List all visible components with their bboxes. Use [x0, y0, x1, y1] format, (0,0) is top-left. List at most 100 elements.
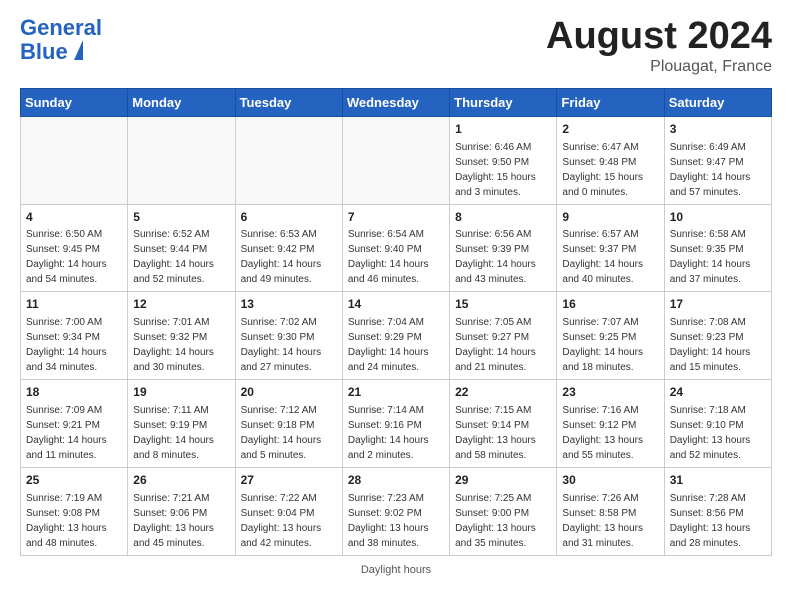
week-row-4: 18 Sunrise: 7:09 AMSunset: 9:21 PMDayligh… — [21, 380, 772, 468]
day-cell: 15 Sunrise: 7:05 AMSunset: 9:27 PMDayligh… — [450, 292, 557, 380]
day-info: Sunrise: 7:07 AMSunset: 9:25 PMDaylight:… — [562, 315, 658, 375]
day-number: 12 — [133, 296, 229, 313]
day-info: Sunrise: 7:14 AMSunset: 9:16 PMDaylight:… — [348, 403, 444, 463]
calendar-table: SundayMondayTuesdayWednesdayThursdayFrid… — [20, 88, 772, 556]
day-number: 15 — [455, 296, 551, 313]
day-info: Sunrise: 7:12 AMSunset: 9:18 PMDaylight:… — [241, 403, 337, 463]
day-number: 22 — [455, 384, 551, 401]
day-cell: 29 Sunrise: 7:25 AMSunset: 9:00 PMDayligh… — [450, 467, 557, 555]
logo: General Blue — [20, 16, 102, 64]
day-number: 5 — [133, 209, 229, 226]
col-header-thursday: Thursday — [450, 88, 557, 116]
day-cell: 21 Sunrise: 7:14 AMSunset: 9:16 PMDayligh… — [342, 380, 449, 468]
day-info: Sunrise: 7:28 AMSunset: 8:56 PMDaylight:… — [670, 491, 766, 551]
day-cell — [342, 116, 449, 204]
day-cell: 26 Sunrise: 7:21 AMSunset: 9:06 PMDayligh… — [128, 467, 235, 555]
day-info: Sunrise: 7:25 AMSunset: 9:00 PMDaylight:… — [455, 491, 551, 551]
day-number: 1 — [455, 121, 551, 138]
day-number: 13 — [241, 296, 337, 313]
logo-blue-text: Blue — [20, 40, 68, 64]
day-info: Sunrise: 7:19 AMSunset: 9:08 PMDaylight:… — [26, 491, 122, 551]
col-header-saturday: Saturday — [664, 88, 771, 116]
day-number: 19 — [133, 384, 229, 401]
week-row-1: 1 Sunrise: 6:46 AMSunset: 9:50 PMDaylight… — [21, 116, 772, 204]
footer-text: Daylight hours — [20, 564, 772, 576]
day-cell: 17 Sunrise: 7:08 AMSunset: 9:23 PMDayligh… — [664, 292, 771, 380]
day-number: 30 — [562, 472, 658, 489]
day-number: 31 — [670, 472, 766, 489]
day-info: Sunrise: 7:02 AMSunset: 9:30 PMDaylight:… — [241, 315, 337, 375]
day-cell: 23 Sunrise: 7:16 AMSunset: 9:12 PMDayligh… — [557, 380, 664, 468]
day-cell: 8Sunrise: 6:56 AMSunset: 9:39 PMDaylight… — [450, 204, 557, 292]
day-info: Sunrise: 7:08 AMSunset: 9:23 PMDaylight:… — [670, 315, 766, 375]
day-number: 4 — [26, 209, 122, 226]
day-info: Sunrise: 7:09 AMSunset: 9:21 PMDaylight:… — [26, 403, 122, 463]
day-info: Sunrise: 6:54 AMSunset: 9:40 PMDaylight:… — [348, 227, 444, 287]
day-info: Sunrise: 7:18 AMSunset: 9:10 PMDaylight:… — [670, 403, 766, 463]
day-info: Sunrise: 7:11 AMSunset: 9:19 PMDaylight:… — [133, 403, 229, 463]
day-info: Sunrise: 7:21 AMSunset: 9:06 PMDaylight:… — [133, 491, 229, 551]
day-cell: 20 Sunrise: 7:12 AMSunset: 9:18 PMDayligh… — [235, 380, 342, 468]
day-number: 29 — [455, 472, 551, 489]
day-info: Sunrise: 6:46 AMSunset: 9:50 PMDaylight:… — [455, 140, 551, 200]
day-info: Sunrise: 7:23 AMSunset: 9:02 PMDaylight:… — [348, 491, 444, 551]
day-cell: 11 Sunrise: 7:00 AMSunset: 9:34 PMDayligh… — [21, 292, 128, 380]
day-info: Sunrise: 7:15 AMSunset: 9:14 PMDaylight:… — [455, 403, 551, 463]
day-info: Sunrise: 6:50 AMSunset: 9:45 PMDaylight:… — [26, 227, 122, 287]
day-number: 18 — [26, 384, 122, 401]
day-number: 26 — [133, 472, 229, 489]
week-row-5: 25Sunrise: 7:19 AMSunset: 9:08 PMDayligh… — [21, 467, 772, 555]
day-info: Sunrise: 7:16 AMSunset: 9:12 PMDaylight:… — [562, 403, 658, 463]
day-cell: 1 Sunrise: 6:46 AMSunset: 9:50 PMDaylight… — [450, 116, 557, 204]
day-number: 10 — [670, 209, 766, 226]
day-cell: 4Sunrise: 6:50 AMSunset: 9:45 PMDaylight… — [21, 204, 128, 292]
day-number: 21 — [348, 384, 444, 401]
day-info: Sunrise: 7:22 AMSunset: 9:04 PMDaylight:… — [241, 491, 337, 551]
month-year: August 2024 — [546, 16, 772, 58]
calendar-header-row: SundayMondayTuesdayWednesdayThursdayFrid… — [21, 88, 772, 116]
day-number: 8 — [455, 209, 551, 226]
day-info: Sunrise: 7:05 AMSunset: 9:27 PMDaylight:… — [455, 315, 551, 375]
day-cell: 9Sunrise: 6:57 AMSunset: 9:37 PMDaylight… — [557, 204, 664, 292]
col-header-tuesday: Tuesday — [235, 88, 342, 116]
day-cell: 24 Sunrise: 7:18 AMSunset: 9:10 PMDayligh… — [664, 380, 771, 468]
daylight-label: Daylight hours — [361, 564, 431, 576]
day-number: 11 — [26, 296, 122, 313]
day-cell: 12Sunrise: 7:01 AMSunset: 9:32 PMDayligh… — [128, 292, 235, 380]
day-info: Sunrise: 7:26 AMSunset: 8:58 PMDaylight:… — [562, 491, 658, 551]
logo-text: General — [20, 15, 102, 40]
day-cell: 22 Sunrise: 7:15 AMSunset: 9:14 PMDayligh… — [450, 380, 557, 468]
day-info: Sunrise: 6:49 AMSunset: 9:47 PMDaylight:… — [670, 140, 766, 200]
day-info: Sunrise: 7:00 AMSunset: 9:34 PMDaylight:… — [26, 315, 122, 375]
day-cell — [235, 116, 342, 204]
location: Plouagat, France — [546, 58, 772, 76]
day-number: 3 — [670, 121, 766, 138]
day-number: 28 — [348, 472, 444, 489]
day-cell: 7Sunrise: 6:54 AMSunset: 9:40 PMDaylight… — [342, 204, 449, 292]
day-cell: 13 Sunrise: 7:02 AMSunset: 9:30 PMDayligh… — [235, 292, 342, 380]
day-number: 7 — [348, 209, 444, 226]
day-number: 24 — [670, 384, 766, 401]
day-cell: 14 Sunrise: 7:04 AMSunset: 9:29 PMDayligh… — [342, 292, 449, 380]
day-number: 14 — [348, 296, 444, 313]
day-number: 17 — [670, 296, 766, 313]
day-number: 9 — [562, 209, 658, 226]
page-header: General Blue August 2024 Plouagat, Franc… — [20, 16, 772, 76]
day-number: 20 — [241, 384, 337, 401]
col-header-wednesday: Wednesday — [342, 88, 449, 116]
day-info: Sunrise: 6:56 AMSunset: 9:39 PMDaylight:… — [455, 227, 551, 287]
day-cell: 10Sunrise: 6:58 AMSunset: 9:35 PMDayligh… — [664, 204, 771, 292]
day-number: 23 — [562, 384, 658, 401]
day-info: Sunrise: 6:47 AMSunset: 9:48 PMDaylight:… — [562, 140, 658, 200]
day-info: Sunrise: 7:04 AMSunset: 9:29 PMDaylight:… — [348, 315, 444, 375]
day-cell: 30 Sunrise: 7:26 AMSunset: 8:58 PMDayligh… — [557, 467, 664, 555]
day-cell: 31 Sunrise: 7:28 AMSunset: 8:56 PMDayligh… — [664, 467, 771, 555]
col-header-sunday: Sunday — [21, 88, 128, 116]
day-cell: 25Sunrise: 7:19 AMSunset: 9:08 PMDayligh… — [21, 467, 128, 555]
day-cell: 27Sunrise: 7:22 AMSunset: 9:04 PMDayligh… — [235, 467, 342, 555]
day-number: 2 — [562, 121, 658, 138]
week-row-2: 4Sunrise: 6:50 AMSunset: 9:45 PMDaylight… — [21, 204, 772, 292]
day-cell: 28 Sunrise: 7:23 AMSunset: 9:02 PMDayligh… — [342, 467, 449, 555]
day-number: 6 — [241, 209, 337, 226]
col-header-friday: Friday — [557, 88, 664, 116]
